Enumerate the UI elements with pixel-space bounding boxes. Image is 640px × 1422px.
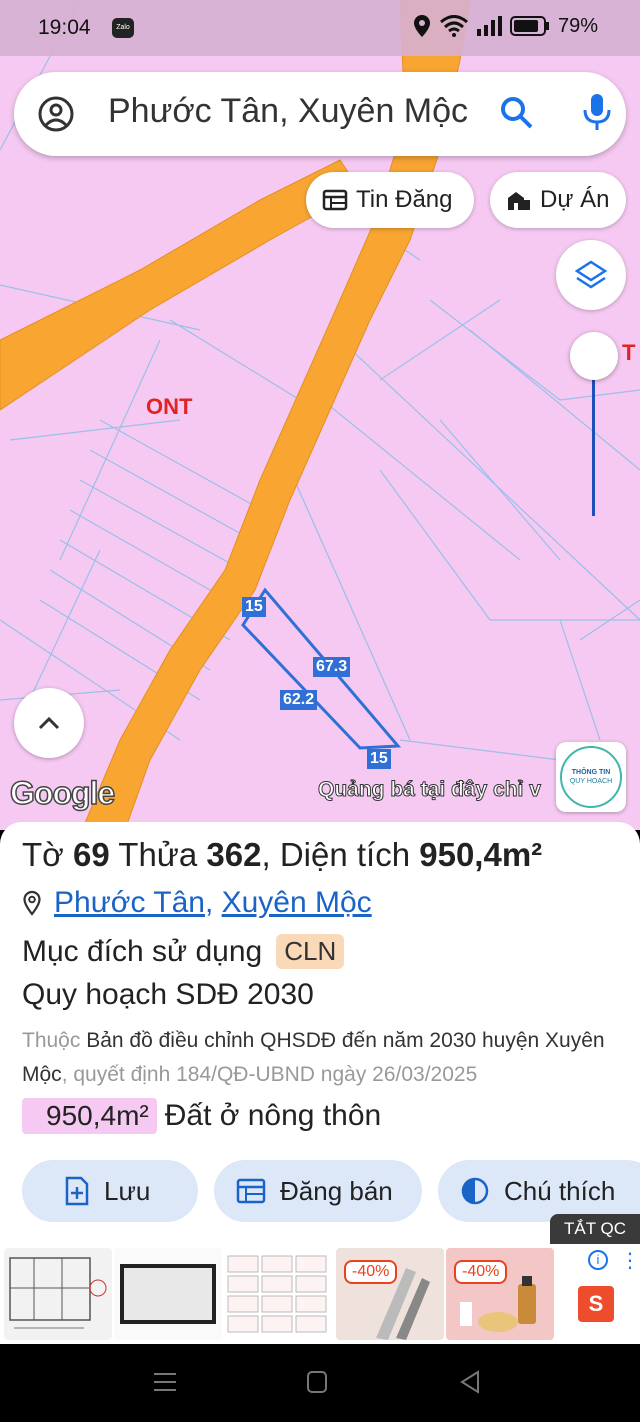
land-use-purpose: Mục đích sử dụng CLN <box>22 934 345 969</box>
zone-area-row: 950,4m² Đất ở nông thôn <box>22 1098 381 1134</box>
save-button-label: Lưu <box>104 1175 151 1206</box>
desc-suffix: , quyết định 184/QĐ-UBND ngày 26/03/2025 <box>61 1063 478 1086</box>
planning-info-top: THÔNG TIN <box>571 769 611 776</box>
discount-badge-2: -40% <box>454 1260 508 1284</box>
lot-number: 362 <box>206 836 262 873</box>
dimension-label-bottom: 15 <box>367 749 391 769</box>
layers-button[interactable] <box>556 240 626 310</box>
labels-sheet-image <box>227 1255 327 1333</box>
plan-description: Thuộc Bản đồ điều chỉnh QHSDĐ đến năm 20… <box>22 1024 612 1092</box>
back-icon[interactable] <box>460 1370 479 1394</box>
layers-icon <box>574 260 608 289</box>
parcel-info-panel: Tờ 69 Thửa 362, Diện tích 950,4m² Phước … <box>0 822 640 1252</box>
planning-info-logo: THÔNG TIN QUY HOẠCH <box>560 746 622 808</box>
system-navigation-bar <box>0 1344 640 1422</box>
ad-thumb-laptop-screen[interactable] <box>114 1248 222 1340</box>
post-for-sale-label: Đăng bán <box>280 1175 393 1206</box>
zalo-icon: Zalo <box>112 18 134 38</box>
microphone-icon[interactable] <box>580 92 614 132</box>
expand-panel-button[interactable] <box>14 688 84 758</box>
save-button[interactable]: Lưu <box>22 1160 198 1222</box>
sheet-number: 69 <box>72 836 110 873</box>
map-view[interactable]: ONT T 15 67.3 62.2 15 19:04 Zalo 79% Phư… <box>0 0 640 830</box>
parcel-title: Tờ 69 Thửa 362, Diện tích 950,4m² <box>22 836 542 874</box>
zone-label-edge: T <box>622 340 636 365</box>
location-icon <box>413 15 430 37</box>
ad-more-icon[interactable]: ⋮ <box>620 1248 640 1273</box>
add-document-icon <box>65 1176 89 1206</box>
battery-icon <box>509 16 549 36</box>
building-icon <box>508 192 530 210</box>
wifi-icon <box>440 15 468 37</box>
opacity-slider-track[interactable] <box>592 356 595 516</box>
location-pin-icon <box>23 890 41 916</box>
ad-strip[interactable]: -40% -40% i ⋮ S <box>0 1244 640 1344</box>
ad-thumb-labels[interactable] <box>224 1248 332 1340</box>
account-icon[interactable] <box>38 96 74 132</box>
google-logo: Google <box>9 774 116 812</box>
zone-area-pill: 950,4m² <box>22 1098 157 1134</box>
listing-icon <box>322 189 348 211</box>
ward-link[interactable]: Phước Tân <box>54 886 205 919</box>
planning-info-bottom: QUY HOẠCH <box>569 778 613 785</box>
district-link[interactable]: Xuyên Mộc <box>222 886 372 919</box>
recent-apps-icon[interactable] <box>154 1373 176 1391</box>
legend-button[interactable]: Chú thích <box>438 1160 640 1222</box>
status-bar: 19:04 Zalo 79% <box>0 0 640 56</box>
signal-icon <box>476 16 502 36</box>
contrast-icon <box>461 1177 489 1205</box>
parcel-location: Phước Tân, Xuyên Mộc <box>22 886 372 920</box>
area-value: 950,4m² <box>419 836 543 873</box>
ad-thumb-floorplan[interactable] <box>4 1248 112 1340</box>
legend-button-label: Chú thích <box>504 1175 616 1206</box>
planning-info-button[interactable]: THÔNG TIN QUY HOẠCH <box>556 742 626 812</box>
promo-text[interactable]: Quảng bá tại đây chỉ v <box>318 778 542 802</box>
listings-chip-label: Tin Đăng <box>356 186 453 213</box>
chevron-up-icon <box>38 716 60 730</box>
area-label: , Diện tích <box>261 836 411 873</box>
nav-buttons <box>154 1370 479 1394</box>
ad-thumb-beauty-device[interactable]: -40% <box>336 1248 444 1340</box>
shopee-icon[interactable]: S <box>578 1286 614 1322</box>
discount-badge: -40% <box>344 1260 398 1284</box>
listings-chip[interactable]: Tin Đăng <box>306 172 474 228</box>
plan-title: Quy hoạch SDĐ 2030 <box>22 978 314 1011</box>
post-for-sale-button[interactable]: Đăng bán <box>214 1160 422 1222</box>
desc-prefix: Thuộc <box>22 1029 81 1052</box>
dimension-label-top: 15 <box>242 597 266 617</box>
ad-info-icon[interactable]: i <box>588 1250 608 1270</box>
dimension-label-left: 62.2 <box>280 690 318 710</box>
dimension-label-right: 67.3 <box>313 657 351 677</box>
lot-label: Thửa <box>118 836 198 873</box>
listing-icon <box>236 1178 266 1204</box>
sheet-label: Tờ <box>22 836 64 873</box>
floorplan-image <box>9 1257 107 1329</box>
battery-percent: 79% <box>557 14 598 37</box>
projects-chip[interactable]: Dự Án <box>490 172 626 228</box>
search-icon[interactable] <box>500 96 534 130</box>
purpose-label: Mục đích sử dụng <box>22 934 263 968</box>
ad-thumb-skincare[interactable]: -40% <box>446 1248 554 1340</box>
purpose-code-badge: CLN <box>276 934 345 969</box>
close-ads-button[interactable]: TẮT QC <box>550 1214 640 1244</box>
laptop-screen-image <box>120 1264 216 1324</box>
opacity-slider-handle[interactable] <box>570 332 618 380</box>
home-icon[interactable] <box>307 1371 327 1393</box>
projects-chip-label: Dự Án <box>540 186 610 213</box>
status-time: 19:04 <box>38 16 91 39</box>
zone-label: ONT <box>146 394 193 419</box>
zone-name: Đất ở nông thôn <box>164 1099 382 1132</box>
search-input[interactable]: Phước Tân, Xuyên Mộc <box>108 92 468 131</box>
search-bar[interactable]: Phước Tân, Xuyên Mộc <box>14 72 626 156</box>
